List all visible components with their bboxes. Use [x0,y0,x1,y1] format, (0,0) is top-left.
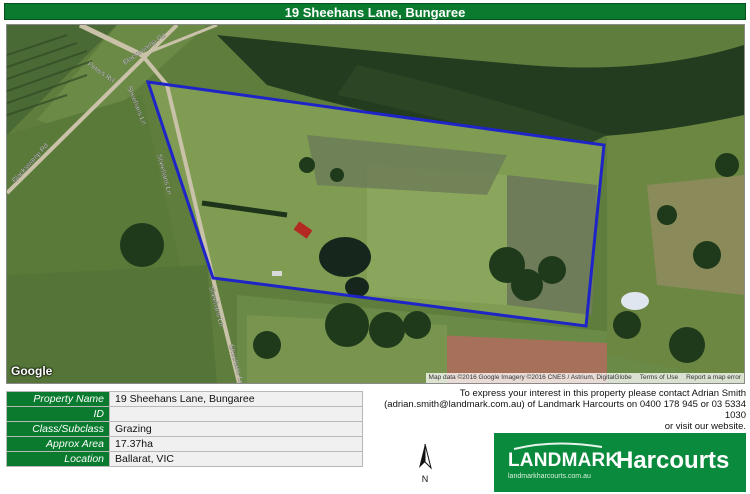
north-letter: N [421,474,429,484]
brand-logo: LANDMARK Harcourts landmarkharcourts.com… [494,433,746,492]
brand-harcourts: Harcourts [616,447,730,474]
dam [319,237,371,277]
north-arrow: N [408,442,442,484]
contact-line-1: To express your interest in this propert… [459,388,746,399]
area-value: 17.37ha [109,436,363,452]
contact-line-3: or visit our website. [664,421,746,432]
class-value: Grazing [109,421,363,437]
class-label: Class/Subclass [6,421,110,437]
location-label: Location [6,451,110,467]
satellite-map[interactable]: Peters Rd Blackswamp Rd Blackswamp Rd Sh… [6,24,745,384]
id-value [109,406,363,422]
brand-landmark: LANDMARK [508,450,620,471]
contact-line-2: (adrian.smith@landmark.com.au) of Landma… [384,399,746,421]
location-value: Ballarat, VIC [109,451,363,467]
brand-url: landmarkharcourts.com.au [508,473,591,480]
map-attribution: Map data ©2016 Google Imagery ©2016 CNES… [425,373,744,383]
report-error-link[interactable]: Report a map error [686,373,741,383]
property-name-label: Property Name [6,391,110,407]
area-label: Approx Area [6,436,110,452]
table-row: Approx Area 17.37ha [6,436,363,452]
id-label: ID [6,406,110,422]
table-row: Location Ballarat, VIC [6,451,363,467]
property-details-table: Property Name 19 Sheehans Lane, Bungaree… [6,391,363,467]
north-arrow-icon [419,443,432,470]
attribution-text: Map data ©2016 Google Imagery ©2016 CNES… [428,374,632,381]
property-name-value: 19 Sheehans Lane, Bungaree [109,391,363,407]
terms-link[interactable]: Terms of Use [640,373,678,383]
table-row: Class/Subclass Grazing [6,421,363,437]
google-logo: Google [11,364,53,378]
table-row: Property Name 19 Sheehans Lane, Bungaree [6,391,363,407]
table-row: ID [6,406,363,422]
map-canvas: Peters Rd Blackswamp Rd Blackswamp Rd Sh… [7,25,744,383]
page-title: 19 Sheehans Lane, Bungaree [4,3,746,20]
dam-reflective [621,292,649,310]
